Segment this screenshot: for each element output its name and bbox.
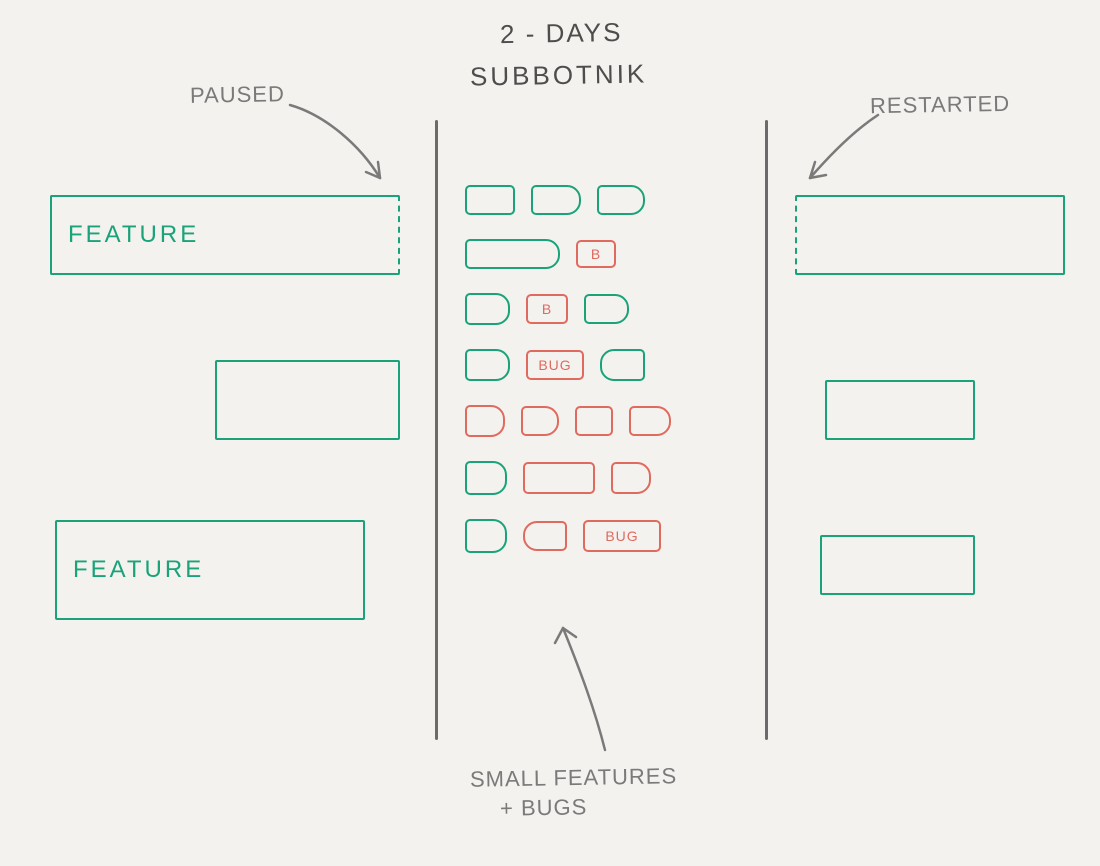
feature-box-paused-1: FEATURE (50, 195, 400, 275)
divider-right (765, 120, 768, 740)
feature-box-r3 (820, 535, 975, 595)
feature-label: FEATURE (68, 221, 199, 249)
task-row (465, 405, 671, 437)
paused-arrow-icon (285, 100, 395, 190)
bug-block (523, 521, 567, 551)
small-feature-block (531, 185, 581, 215)
small-feature-block (465, 293, 510, 325)
bug-block (629, 406, 671, 436)
bug-block: B (576, 240, 616, 268)
small-feature-block (465, 461, 507, 495)
task-row (465, 461, 651, 495)
title-line-2: SUBBOTNIK (470, 58, 648, 92)
small-feature-block (584, 294, 629, 324)
small-feature-block (465, 519, 507, 553)
feature-box-2 (215, 360, 400, 440)
bug-block (523, 462, 595, 494)
bottom-label-2: + BUGS (500, 794, 588, 822)
diagram-canvas: 2 - DAYS SUBBOTNIK PAUSED RESTARTED FEAT… (0, 0, 1100, 866)
paused-label: PAUSED (190, 81, 285, 109)
task-row: B (465, 293, 629, 325)
small-feature-block (600, 349, 645, 381)
task-row: BUG (465, 349, 645, 381)
small-feature-block (465, 239, 560, 269)
feature-box-r2 (825, 380, 975, 440)
bug-block: BUG (526, 350, 584, 380)
small-feature-block (465, 185, 515, 215)
small-features-arrow-icon (535, 620, 635, 760)
bug-block (575, 406, 613, 436)
bug-block: BUG (583, 520, 661, 552)
small-feature-block (465, 349, 510, 381)
restarted-label: RESTARTED (870, 91, 1011, 119)
feature-box-3: FEATURE (55, 520, 365, 620)
bug-block (521, 406, 559, 436)
task-row: BUG (465, 519, 661, 553)
bug-block (611, 462, 651, 494)
bottom-label-1: SMALL FEATURES (470, 763, 678, 793)
task-row (465, 185, 645, 215)
feature-box-restarted-1 (795, 195, 1065, 275)
divider-left (435, 120, 438, 740)
small-feature-block (597, 185, 645, 215)
bug-block (465, 405, 505, 437)
bug-block: B (526, 294, 568, 324)
title-line-1: 2 - DAYS (500, 17, 623, 50)
restarted-arrow-icon (800, 110, 890, 190)
feature-label: FEATURE (73, 556, 204, 584)
task-row: B (465, 239, 616, 269)
